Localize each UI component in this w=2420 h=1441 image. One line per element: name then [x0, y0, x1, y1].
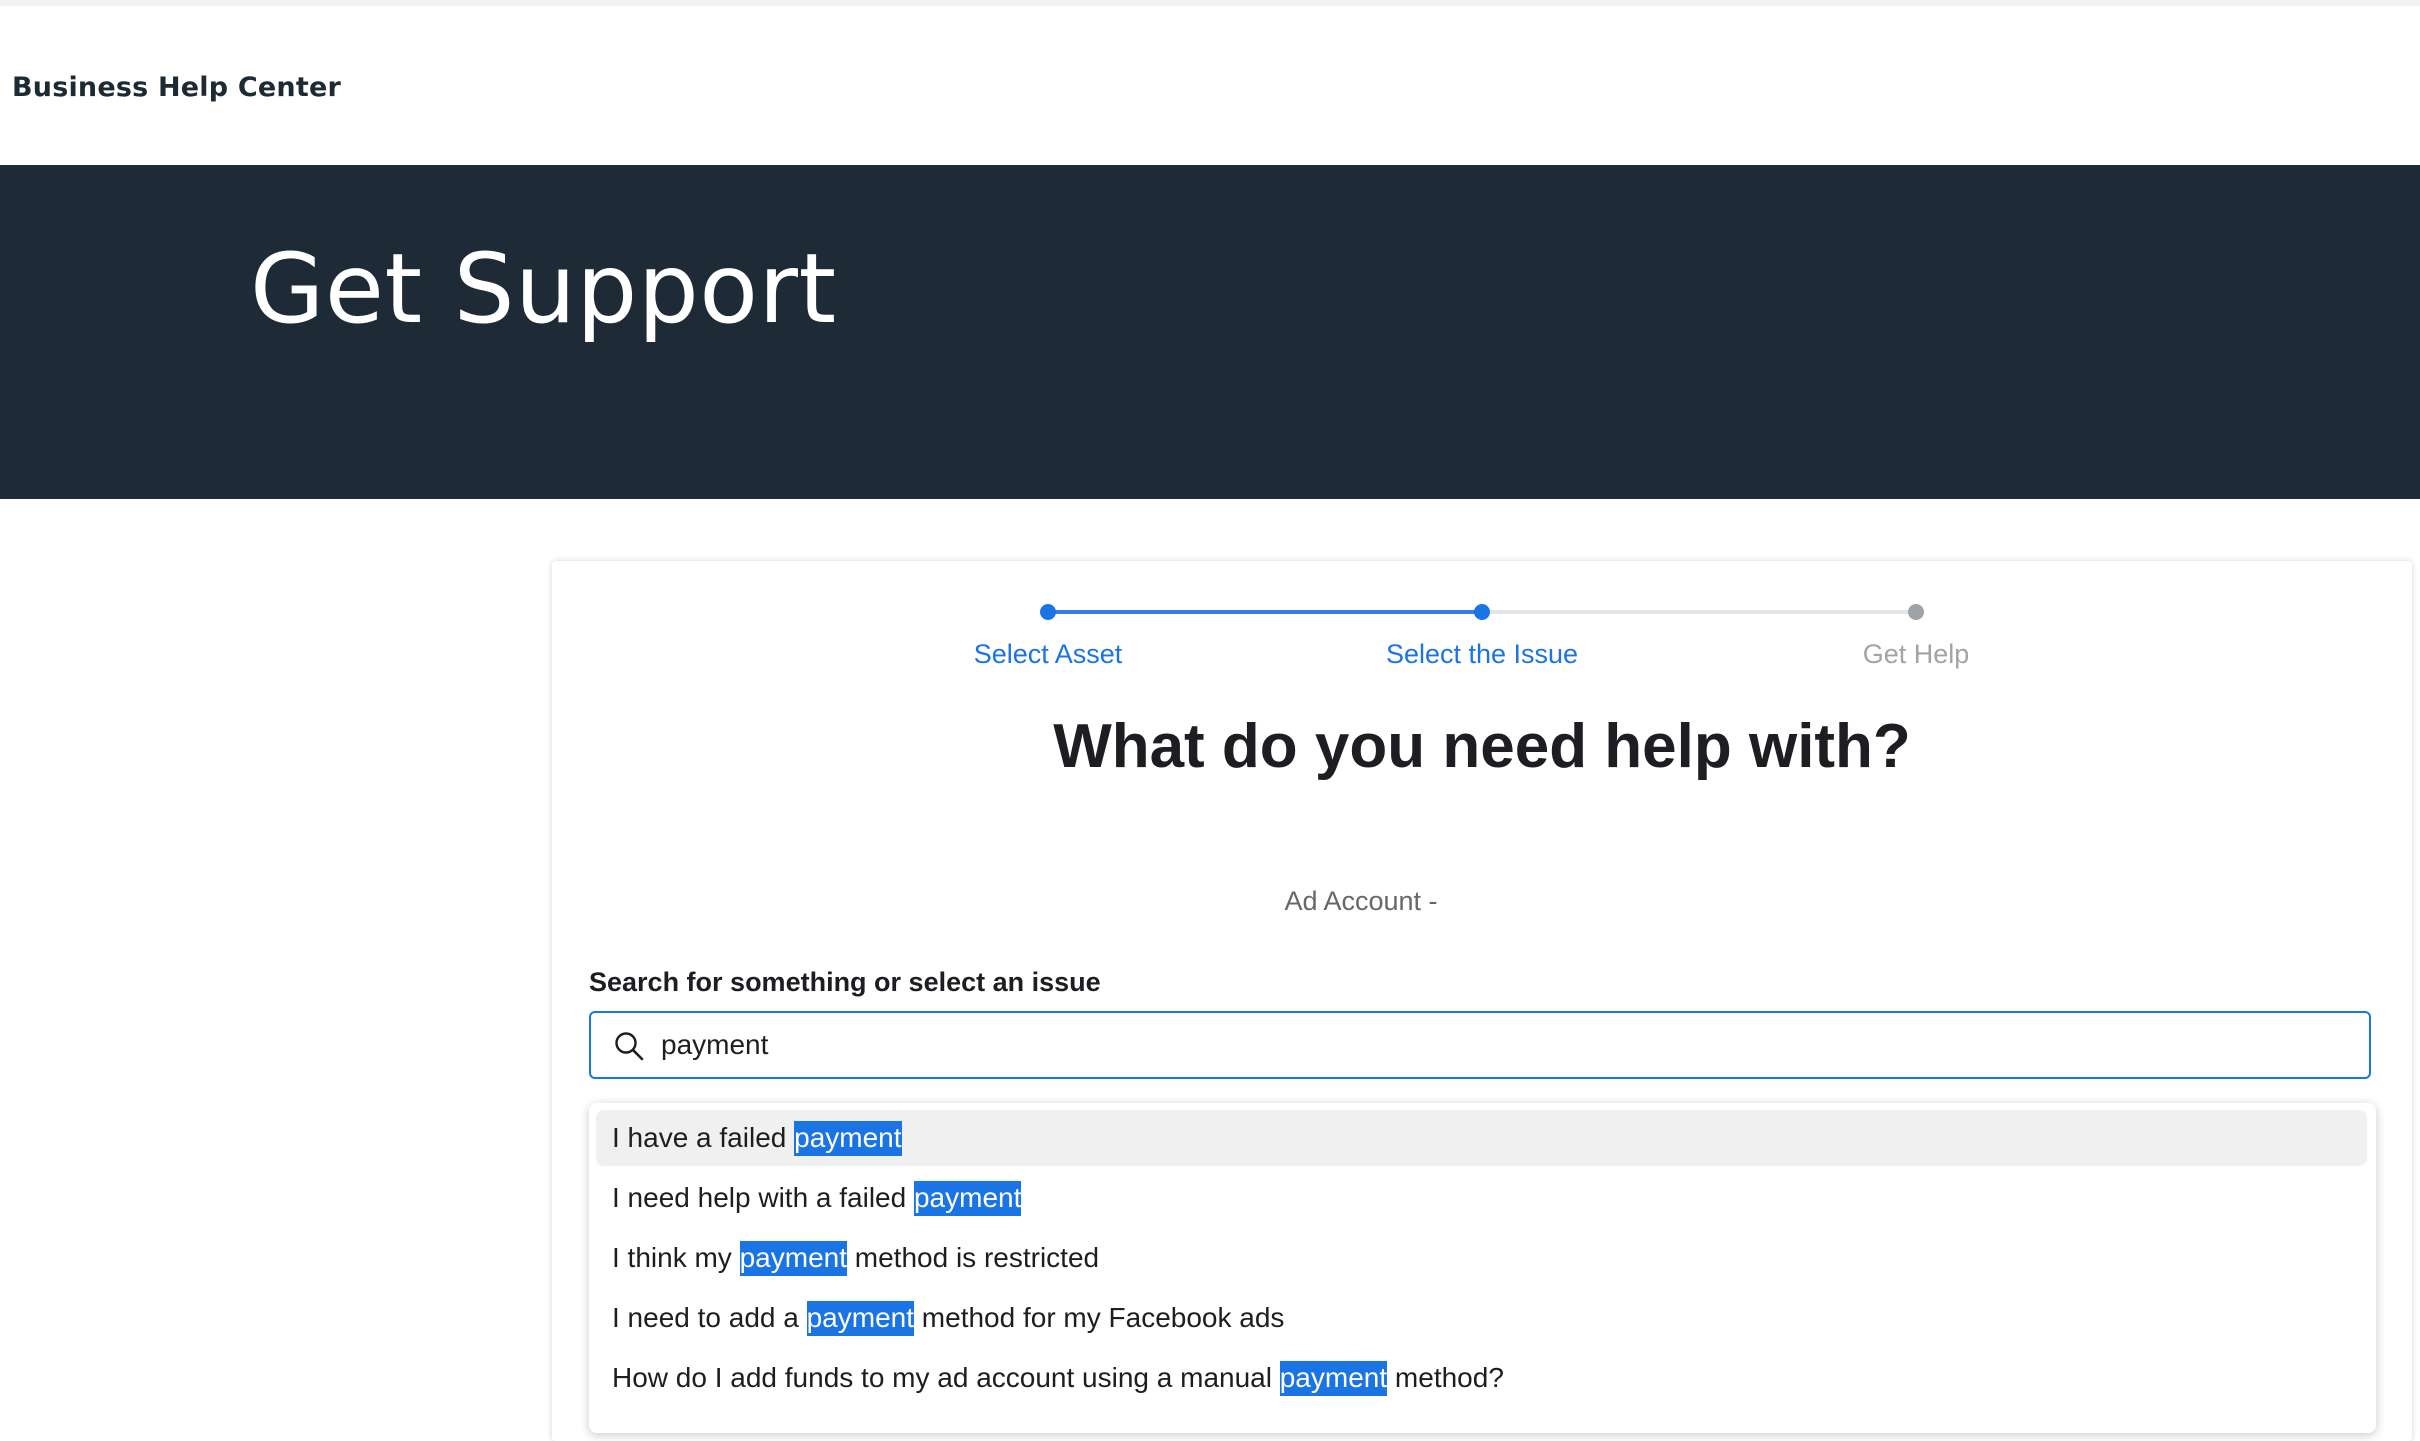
step-select-issue[interactable]: Select the Issue [1332, 639, 1632, 670]
option-text: I think my [612, 1242, 740, 1273]
option-text: method? [1387, 1362, 1504, 1393]
option-match-highlight: payment [794, 1121, 902, 1156]
suggestion-option[interactable]: I need to add a payment method for my Fa… [596, 1290, 2367, 1346]
step-dot-get-help [1908, 604, 1924, 620]
option-text: How do I add funds to my ad account usin… [612, 1362, 1280, 1393]
option-text: method for my Facebook ads [914, 1302, 1285, 1333]
search-label: Search for something or select an issue [589, 967, 1101, 997]
question-heading: What do you need help with? [1053, 712, 1911, 781]
option-text: I have a failed [612, 1122, 795, 1153]
site-header: Business Help Center [0, 6, 2420, 165]
step-dot-select-asset [1040, 604, 1056, 620]
stepper-progress-complete [1048, 610, 1482, 614]
suggestion-option[interactable]: I have a failed payment [596, 1110, 2367, 1166]
option-text: I need help with a failed [612, 1182, 914, 1213]
search-box[interactable] [589, 1011, 2371, 1079]
suggestion-option[interactable]: How do I add funds to my ad account usin… [596, 1350, 2367, 1406]
search-input[interactable] [661, 1013, 2261, 1077]
option-text: I need to add a [612, 1302, 807, 1333]
option-match-highlight: payment [739, 1241, 847, 1276]
step-dot-select-issue [1474, 604, 1490, 620]
ad-account-label: Ad Account - [1284, 886, 1438, 916]
option-match-highlight: payment [806, 1301, 915, 1336]
option-match-highlight: payment [913, 1181, 1022, 1216]
suggestion-option[interactable]: I think my payment method is restricted [596, 1230, 2367, 1286]
search-suggestions-dropdown: I have a failed payment I need help with… [589, 1103, 2376, 1433]
page-title: Get Support [250, 233, 837, 345]
stepper-progress-remaining [1482, 610, 1916, 614]
search-icon [615, 1032, 644, 1061]
option-match-highlight: payment [1279, 1361, 1388, 1396]
option-text: method is restricted [847, 1242, 1100, 1273]
step-get-help: Get Help [1862, 639, 1970, 669]
suggestion-option[interactable]: I need help with a failed payment [596, 1170, 2367, 1226]
step-select-asset[interactable]: Select Asset [898, 639, 1198, 670]
hero-banner: Get Support [0, 165, 2420, 499]
brand-link[interactable]: Business Help Center [12, 72, 341, 103]
